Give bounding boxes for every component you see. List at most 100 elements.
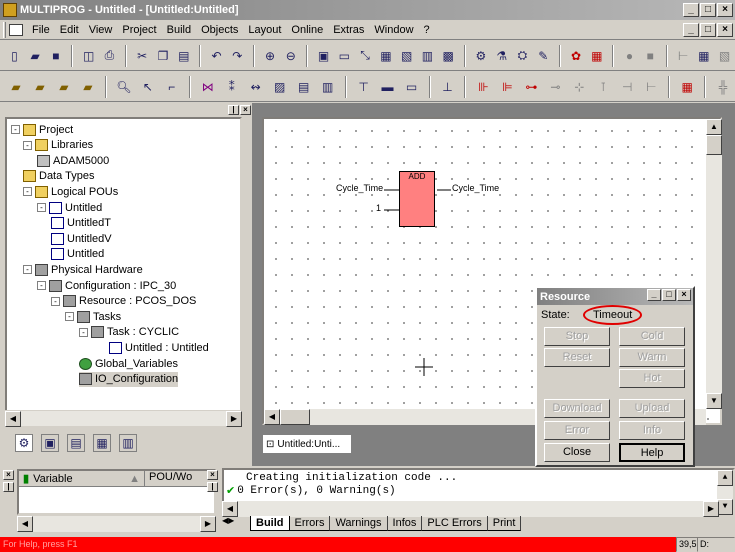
- editor-vscroll[interactable]: ▲ ▼: [706, 119, 722, 409]
- tree-item[interactable]: Data Types: [23, 169, 94, 184]
- edit-wizard-icon[interactable]: ▦: [377, 46, 394, 66]
- tree-item[interactable]: - Task : CYCLIC: [79, 325, 179, 340]
- menu-file[interactable]: File: [27, 24, 55, 36]
- editor-hscroll-thumb[interactable]: [280, 409, 310, 425]
- compile-icon[interactable]: ▩: [440, 46, 457, 66]
- watch-scroll-right[interactable]: ▶: [200, 516, 216, 532]
- close-dialog-button[interactable]: Close: [544, 443, 610, 462]
- tree-item[interactable]: - Configuration : IPC_30: [37, 278, 176, 293]
- output-float-button[interactable]: |: [207, 482, 218, 492]
- ld-network-icon[interactable]: ⊤: [354, 77, 374, 97]
- network-icon[interactable]: ▦: [677, 77, 697, 97]
- watch-close-button[interactable]: ×: [3, 470, 14, 480]
- tab-scroll-buttons[interactable]: ◀▶: [220, 516, 250, 525]
- lib-icon[interactable]: ▧: [398, 46, 415, 66]
- undo-icon[interactable]: ↶: [208, 46, 225, 66]
- copy-icon[interactable]: ❐: [155, 46, 172, 66]
- tab-print[interactable]: Print: [487, 516, 522, 531]
- dialog-close-button[interactable]: ×: [677, 289, 691, 301]
- output-icon[interactable]: ▥: [318, 77, 338, 97]
- redo-icon[interactable]: ↷: [229, 46, 246, 66]
- ld-branch-icon[interactable]: ▬: [378, 77, 398, 97]
- scroll-left-button[interactable]: ◀: [5, 411, 21, 427]
- var-icon[interactable]: ▨: [270, 77, 290, 97]
- variables-view-icon[interactable]: ▥: [119, 434, 137, 452]
- tree-hscroll[interactable]: ◀ ▶: [5, 410, 242, 427]
- contact-left-icon[interactable]: ⊪: [473, 77, 493, 97]
- tree-item[interactable]: UntitledV: [51, 231, 112, 246]
- info-button[interactable]: Info: [619, 421, 685, 440]
- message-window-icon[interactable]: ▭: [336, 46, 353, 66]
- contact-n-icon[interactable]: ⊺: [593, 77, 613, 97]
- watch-scroll-left[interactable]: ◀: [17, 516, 33, 532]
- doc-close-button[interactable]: ×: [717, 23, 733, 37]
- coil-set-icon[interactable]: ⊣: [617, 77, 637, 97]
- paste-icon[interactable]: ▤: [175, 46, 192, 66]
- menu-project[interactable]: Project: [117, 24, 161, 36]
- tab-build[interactable]: Build: [250, 516, 290, 531]
- tree-item[interactable]: Untitled : Untitled: [109, 340, 209, 355]
- upload-button[interactable]: Upload: [619, 399, 685, 418]
- library-view-icon[interactable]: ▤: [67, 434, 85, 452]
- collapse-icon[interactable]: -: [37, 281, 46, 290]
- debug-icon[interactable]: ✎: [535, 46, 552, 66]
- cross-ref-icon[interactable]: ⤡: [357, 46, 374, 66]
- menu-objects[interactable]: Objects: [196, 24, 243, 36]
- comment-icon[interactable]: ╬: [713, 77, 733, 97]
- editor-scroll-up[interactable]: ▲: [706, 119, 722, 135]
- output-close-button[interactable]: ×: [207, 470, 218, 480]
- build-icon[interactable]: ⛭: [514, 46, 531, 66]
- watch-hscroll[interactable]: ◀ ▶: [17, 516, 216, 532]
- stop-icon[interactable]: ■: [642, 46, 659, 66]
- cut-icon[interactable]: ✂: [134, 46, 151, 66]
- download-button[interactable]: Download: [544, 399, 610, 418]
- fb-input1-label[interactable]: Cycle_Time: [336, 183, 383, 193]
- connect-icon[interactable]: ⋈: [198, 77, 218, 97]
- collapse-icon[interactable]: -: [37, 203, 46, 212]
- tree-item[interactable]: UntitledT: [51, 216, 111, 231]
- scroll-right-button[interactable]: ▶: [226, 411, 242, 427]
- project-tree-icon[interactable]: ▣: [315, 46, 332, 66]
- menu-build[interactable]: Build: [162, 24, 196, 36]
- zoom-in-icon[interactable]: ⊕: [262, 46, 279, 66]
- collapse-icon[interactable]: -: [23, 265, 32, 275]
- tree-item[interactable]: - Logical POUs: [23, 184, 118, 199]
- ld-coil-icon[interactable]: ⊥: [438, 77, 458, 97]
- menu-view[interactable]: View: [84, 24, 118, 36]
- output-hscroll[interactable]: ◀ ▶: [222, 501, 719, 517]
- output-vscroll[interactable]: ▲ ▼: [717, 470, 733, 515]
- collapse-icon[interactable]: -: [23, 187, 32, 197]
- preview-icon[interactable]: ◫: [80, 46, 97, 66]
- hardware-view-icon[interactable]: ▦: [93, 434, 111, 452]
- tab-warnings[interactable]: Warnings: [330, 516, 388, 531]
- control-dialog-icon[interactable]: ▦: [588, 46, 605, 66]
- select-icon[interactable]: ↖: [138, 77, 158, 97]
- line-icon[interactable]: ⌐: [162, 77, 182, 97]
- close-button[interactable]: ×: [717, 3, 733, 17]
- collapse-icon[interactable]: -: [51, 296, 60, 306]
- tree-item[interactable]: IO_Configuration: [79, 371, 179, 387]
- watch-col-pou[interactable]: POU/Wo: [145, 471, 192, 486]
- collapse-icon[interactable]: -: [11, 125, 20, 134]
- tree-vscroll[interactable]: [226, 119, 242, 407]
- watch-list[interactable]: ▮ Variable ▲ POU/Wo: [17, 469, 216, 515]
- tab-infos[interactable]: Infos: [387, 516, 423, 531]
- output-scroll-right[interactable]: ▶: [703, 501, 719, 517]
- pou-worksheet-icon[interactable]: ▰: [30, 77, 50, 97]
- grid-icon[interactable]: ▦: [695, 46, 712, 66]
- tab-plc-errors[interactable]: PLC Errors: [422, 516, 488, 531]
- zoom-out-icon[interactable]: ⊖: [282, 46, 299, 66]
- tree-item[interactable]: - Resource : PCOS_DOS: [51, 294, 196, 309]
- menu-extras[interactable]: Extras: [328, 24, 369, 36]
- dialog-maximize-button[interactable]: □: [662, 289, 676, 301]
- fb-input2-label[interactable]: 1: [376, 203, 381, 213]
- tree-float-button[interactable]: |: [228, 105, 239, 115]
- save-icon[interactable]: ■: [48, 46, 65, 66]
- output-scroll-up[interactable]: ▲: [717, 470, 733, 486]
- zoom-icon[interactable]: 🔍︎: [114, 77, 134, 97]
- error-button[interactable]: Error: [544, 421, 610, 440]
- stop-button[interactable]: Stop: [544, 327, 610, 346]
- menu-layout[interactable]: Layout: [243, 24, 286, 36]
- fb-output-label[interactable]: Cycle_Time: [452, 183, 499, 193]
- doc-maximize-button[interactable]: □: [700, 23, 716, 37]
